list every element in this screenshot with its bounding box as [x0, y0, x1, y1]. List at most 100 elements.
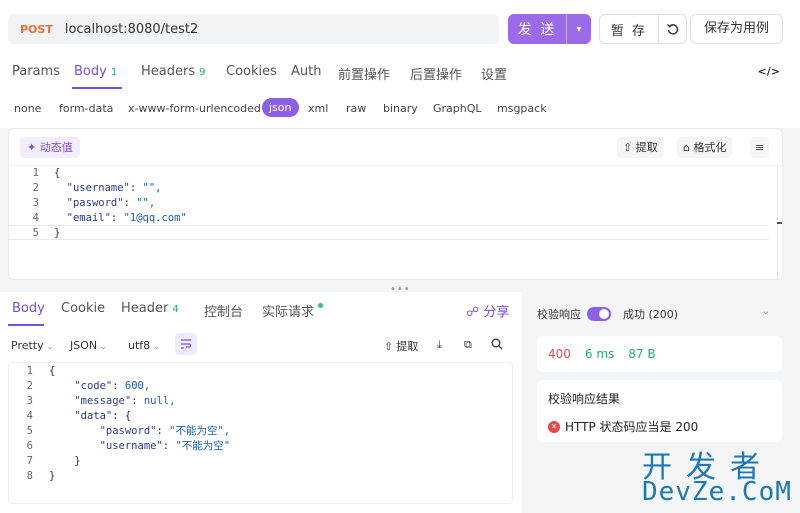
wrap-lines-icon[interactable]: [175, 333, 197, 355]
validation-result-title: 校验响应结果: [548, 392, 621, 406]
http-method[interactable]: POST: [20, 23, 53, 36]
encoding-select[interactable]: utf8 ⌄: [128, 339, 160, 352]
tab-body[interactable]: Body 1: [74, 64, 117, 79]
line-number: 4: [32, 212, 39, 224]
tab-settings[interactable]: 设置: [481, 64, 507, 83]
active-tab-underline: [8, 324, 44, 326]
status-code: 400: [548, 347, 571, 361]
search-icon[interactable]: [491, 338, 503, 350]
json-key: "username": [66, 182, 130, 194]
tab-console[interactable]: 控制台: [204, 301, 243, 320]
chevron-down-icon[interactable]: ⌄: [762, 306, 770, 317]
code-line: 5 "pasword": "不能为空",: [9, 424, 512, 439]
response-panel: Body Cookie Header 4 控制台 实际请求 ☍ 分享 Pretty…: [0, 292, 522, 513]
response-extract-button[interactable]: ⇧ 提取: [384, 338, 418, 354]
code-line: 4 "data": {: [9, 409, 512, 424]
code-text: }: [74, 455, 81, 467]
json-key: "pasword": [66, 197, 124, 209]
body-type-json[interactable]: json: [262, 98, 299, 117]
line-number: 4: [26, 410, 33, 422]
format-icon: ⌂: [683, 141, 690, 154]
url-input[interactable]: localhost:8080/test2: [65, 22, 198, 37]
tab-count-badge: 4: [172, 304, 179, 315]
tab-label: Cookies: [226, 64, 277, 79]
tab-response-body[interactable]: Body: [12, 301, 45, 316]
extract-button[interactable]: ⇧ 提取: [617, 137, 664, 158]
error-icon: ✕: [548, 420, 560, 433]
undo-icon[interactable]: [659, 22, 686, 36]
tab-params[interactable]: Params: [12, 64, 60, 79]
json-key: "data": [74, 410, 113, 422]
tab-cookies[interactable]: Cookies: [226, 64, 277, 79]
format-label: 格式化: [693, 141, 727, 154]
body-type-binary[interactable]: binary: [383, 102, 418, 115]
tab-headers[interactable]: Headers 9: [141, 64, 205, 79]
code-view-icon[interactable]: </>: [758, 65, 780, 78]
watermark-en: DevZe.CoM: [642, 477, 792, 507]
json-value: "不能为空": [175, 440, 231, 452]
line-number: 1: [32, 167, 39, 179]
tab-label: Params: [12, 64, 60, 79]
wrap-lines-icon[interactable]: ≡: [750, 137, 770, 158]
watermark-logo: 开发者 DevZe.CoM: [638, 440, 798, 510]
tab-label: 设置: [481, 68, 508, 83]
select-value: JSON: [70, 339, 98, 352]
tab-post-operations[interactable]: 后置操作: [410, 64, 462, 83]
code-text: }: [49, 470, 56, 482]
code-line: 2 "username": "",: [9, 181, 769, 196]
stash-button-label[interactable]: 暂 存: [600, 20, 658, 39]
code-line: 1{: [9, 364, 512, 379]
json-value: 600,: [124, 380, 151, 392]
body-type-raw[interactable]: raw: [346, 102, 366, 115]
format-button[interactable]: ⌂ 格式化: [677, 137, 733, 158]
body-type-selector: none form-data x-www-form-urlencoded jso…: [0, 90, 800, 128]
request-body-editor[interactable]: ✦ 动态值 ⇧ 提取 ⌂ 格式化 ≡ 1{ 2 "username": "", …: [8, 128, 783, 280]
share-button[interactable]: ☍ 分享: [466, 301, 509, 320]
line-number: 5: [32, 227, 39, 239]
dynamic-value-button[interactable]: ✦ 动态值: [20, 137, 80, 158]
response-body-viewer[interactable]: 1{ 2 "code": 600, 3 "message": null, 4 "…: [8, 362, 513, 504]
extract-icon: ⇧: [384, 339, 394, 353]
tab-auth[interactable]: Auth: [291, 64, 321, 79]
tab-label: Body: [74, 64, 107, 79]
download-icon[interactable]: ⤓: [437, 338, 442, 352]
body-type-form-data[interactable]: form-data: [59, 102, 113, 115]
tab-label: 后置操作: [410, 68, 463, 83]
response-size: 87 B: [628, 347, 656, 361]
save-as-case-button[interactable]: 保存为用例: [690, 14, 783, 44]
send-button-label[interactable]: 发 送: [508, 19, 566, 39]
url-input-box[interactable]: POST localhost:8080/test2: [8, 14, 499, 44]
tab-pre-operations[interactable]: 前置操作: [338, 64, 390, 83]
tab-label: 前置操作: [338, 68, 391, 83]
send-button[interactable]: 发 送 ▾: [508, 14, 591, 44]
tab-actual-request[interactable]: 实际请求: [262, 301, 324, 320]
validate-response-toggle[interactable]: [587, 307, 611, 321]
body-type-msgpack[interactable]: msgpack: [497, 102, 547, 115]
tab-label: Headers: [141, 64, 196, 79]
body-type-xml[interactable]: xml: [308, 102, 328, 115]
pretty-select[interactable]: Pretty ⌄: [11, 339, 53, 352]
format-type-select[interactable]: JSON ⌄: [70, 339, 107, 352]
code-line: 3 "pasword": "",: [9, 196, 769, 211]
tab-response-header[interactable]: Header 4: [121, 301, 179, 316]
chevron-down-icon[interactable]: ▾: [567, 24, 591, 35]
body-type-graphql[interactable]: GraphQL: [433, 102, 482, 115]
json-key: "pasword": [99, 425, 157, 437]
line-number: 3: [32, 197, 39, 209]
stash-button[interactable]: 暂 存: [599, 14, 687, 44]
tab-label: 实际请求: [262, 305, 315, 320]
tab-response-cookie[interactable]: Cookie: [61, 301, 105, 316]
request-tabs: Params Body 1 Headers 9 Cookies Auth 前置操作 …: [0, 56, 800, 90]
chevron-down-icon: ⌄: [46, 342, 54, 351]
line-number: 5: [26, 425, 33, 437]
dynamic-value-label: 动态值: [39, 141, 73, 154]
body-type-none[interactable]: none: [14, 102, 41, 115]
body-type-urlencoded[interactable]: x-www-form-urlencoded: [128, 102, 261, 115]
validation-result-card: 校验响应结果 ✕ HTTP 状态码应当是 200: [537, 380, 782, 442]
extract-label: 提取: [635, 141, 658, 154]
copy-icon[interactable]: ⧉: [464, 338, 472, 352]
validation-status: 成功 (200): [623, 308, 679, 321]
